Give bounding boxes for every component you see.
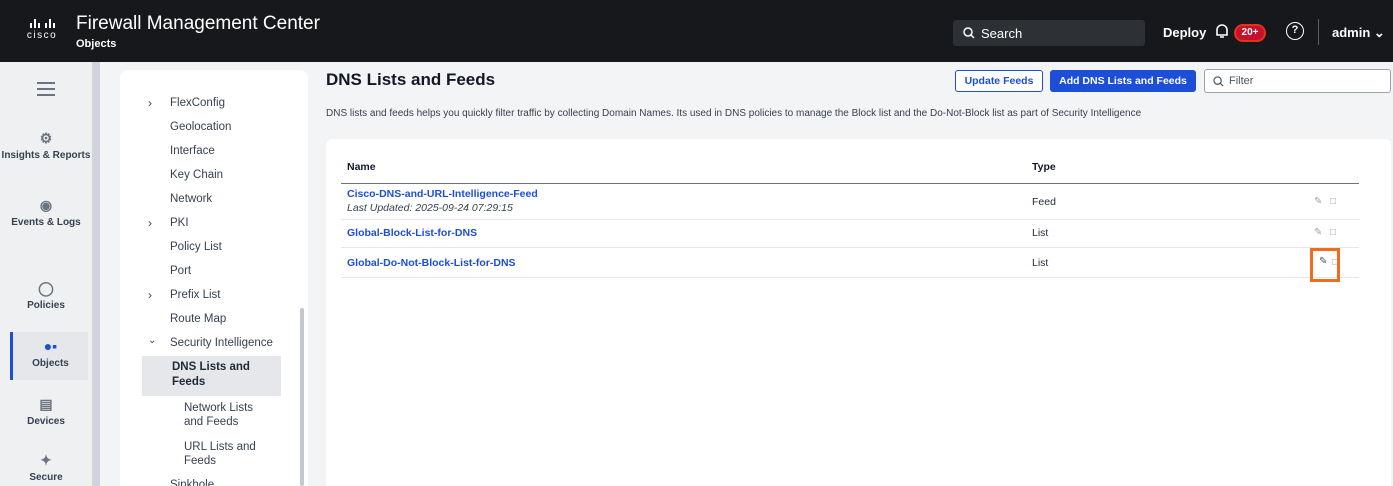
row-type: List bbox=[1032, 227, 1049, 239]
logo-text: cisco bbox=[26, 30, 58, 41]
header-divider bbox=[341, 183, 1359, 184]
shield-icon: ◯ bbox=[38, 280, 54, 296]
tree-item-policy-list[interactable]: Policy List bbox=[170, 240, 222, 254]
app-title: Firewall Management Center bbox=[76, 13, 320, 34]
events-icon: ◉ bbox=[39, 197, 53, 213]
nav-item-devices[interactable]: ▤ Devices bbox=[0, 396, 92, 427]
user-name: admin bbox=[1332, 25, 1371, 40]
nav-label: Secure bbox=[29, 472, 63, 483]
chevron-right-icon[interactable]: › bbox=[148, 96, 152, 110]
tree-item-network-lists[interactable]: Network Lists and Feeds bbox=[184, 401, 253, 429]
tree-scrollbar[interactable] bbox=[300, 308, 304, 486]
tree-label-line: URL Lists and bbox=[184, 441, 256, 453]
menu-icon[interactable] bbox=[37, 82, 55, 100]
nav-label: Insights & Reports bbox=[1, 150, 91, 161]
breadcrumb[interactable]: Objects bbox=[76, 38, 116, 50]
tree-item-pki[interactable]: PKI bbox=[170, 216, 189, 230]
nav-item-policies[interactable]: ◯ Policies bbox=[0, 280, 92, 311]
nav-label: Objects bbox=[32, 358, 69, 369]
column-header-type[interactable]: Type bbox=[1032, 161, 1056, 173]
tree-label-line: Feeds bbox=[184, 455, 216, 467]
help-icon[interactable]: ? bbox=[1286, 22, 1304, 40]
tree-item-key-chain[interactable]: Key Chain bbox=[170, 168, 223, 182]
tree-item-sinkhole[interactable]: Sinkhole bbox=[170, 478, 214, 486]
page-title: DNS Lists and Feeds bbox=[326, 70, 496, 89]
nav-item-secure[interactable]: ✦ Secure bbox=[0, 452, 92, 483]
edit-icon[interactable]: ✎ bbox=[1314, 196, 1322, 207]
tree-item-dns-lists[interactable]: DNS Lists and Feeds bbox=[142, 356, 281, 396]
tree-label-line: Network Lists bbox=[184, 402, 254, 414]
nav-item-insights[interactable]: ⚙ Insights & Reports bbox=[0, 130, 92, 161]
search-icon bbox=[963, 27, 975, 39]
secure-icon: ✦ bbox=[40, 452, 52, 468]
nav-item-objects[interactable]: ●▪ Objects bbox=[10, 332, 88, 380]
column-header-name[interactable]: Name bbox=[347, 161, 376, 173]
row-name-link[interactable]: Cisco-DNS-and-URL-Intelligence-Feed bbox=[347, 188, 538, 200]
tree-item-security-intelligence[interactable]: Security Intelligence bbox=[170, 336, 273, 350]
insights-icon: ⚙ bbox=[39, 130, 53, 146]
object-tree: › FlexConfig Geolocation Interface Key C… bbox=[120, 70, 308, 486]
add-dns-lists-button[interactable]: Add DNS Lists and Feeds bbox=[1050, 70, 1196, 92]
nav-label: Devices bbox=[27, 416, 65, 427]
highlight-box bbox=[1310, 248, 1340, 282]
tree-item-port[interactable]: Port bbox=[170, 264, 191, 278]
row-last-updated: Last Updated: 2025-09-24 07:29:15 bbox=[347, 202, 513, 214]
tree-label-line: DNS Lists and bbox=[172, 361, 250, 373]
tree-item-flexconfig[interactable]: FlexConfig bbox=[170, 96, 225, 110]
tree-label-line: and Feeds bbox=[184, 416, 239, 428]
deploy-button[interactable]: Deploy bbox=[1163, 25, 1206, 40]
edit-icon[interactable]: ✎ bbox=[1314, 227, 1322, 238]
divider bbox=[1318, 19, 1319, 45]
row-divider bbox=[341, 247, 1359, 248]
search-icon bbox=[1213, 75, 1224, 87]
cisco-logo[interactable]: cisco bbox=[20, 16, 64, 46]
notification-badge[interactable]: 20+ bbox=[1234, 24, 1266, 42]
devices-icon: ▤ bbox=[39, 396, 53, 412]
user-menu[interactable]: admin ⌄ bbox=[1332, 25, 1385, 41]
nav-label: Policies bbox=[27, 300, 65, 311]
row-name-link[interactable]: Global-Block-List-for-DNS bbox=[347, 227, 477, 239]
row-type: Feed bbox=[1032, 196, 1056, 208]
tree-item-network[interactable]: Network bbox=[170, 192, 212, 206]
delete-icon[interactable]: □ bbox=[1330, 196, 1336, 207]
chevron-right-icon[interactable]: › bbox=[148, 216, 152, 230]
objects-icon: ●▪ bbox=[43, 338, 58, 354]
filter-placeholder: Filter bbox=[1229, 75, 1254, 87]
tree-item-url-lists[interactable]: URL Lists and Feeds bbox=[184, 440, 256, 468]
chevron-down-icon: ⌄ bbox=[1373, 25, 1385, 40]
tree-item-interface[interactable]: Interface bbox=[170, 144, 215, 158]
row-type: List bbox=[1032, 257, 1049, 269]
dns-table: Name Type Cisco-DNS-and-URL-Intelligence… bbox=[326, 139, 1391, 486]
filter-input[interactable]: Filter bbox=[1204, 69, 1391, 93]
search-label: Search bbox=[981, 25, 1023, 41]
row-divider bbox=[341, 277, 1359, 278]
nav-label: Events & Logs bbox=[11, 217, 81, 228]
tree-item-geolocation[interactable]: Geolocation bbox=[170, 120, 231, 134]
chevron-down-icon[interactable]: ⌄ bbox=[148, 335, 156, 346]
chevron-right-icon[interactable]: › bbox=[148, 288, 152, 302]
tree-item-prefix-list[interactable]: Prefix List bbox=[170, 288, 221, 302]
global-search[interactable]: Search bbox=[953, 20, 1145, 46]
top-bar: cisco Firewall Management Center Objects… bbox=[0, 0, 1393, 62]
row-name-link[interactable]: Global-Do-Not-Block-List-for-DNS bbox=[347, 257, 516, 269]
update-feeds-button[interactable]: Update Feeds bbox=[955, 70, 1043, 92]
nav-item-events[interactable]: ◉ Events & Logs bbox=[0, 197, 92, 228]
tree-item-route-map[interactable]: Route Map bbox=[170, 312, 226, 326]
delete-icon[interactable]: □ bbox=[1330, 227, 1336, 238]
nav-scrollbar[interactable] bbox=[92, 62, 100, 486]
bell-icon[interactable] bbox=[1213, 22, 1231, 40]
row-divider bbox=[341, 219, 1359, 220]
page-description: DNS lists and feeds helps you quickly fi… bbox=[326, 108, 1142, 119]
tree-label-line: Feeds bbox=[172, 376, 206, 388]
